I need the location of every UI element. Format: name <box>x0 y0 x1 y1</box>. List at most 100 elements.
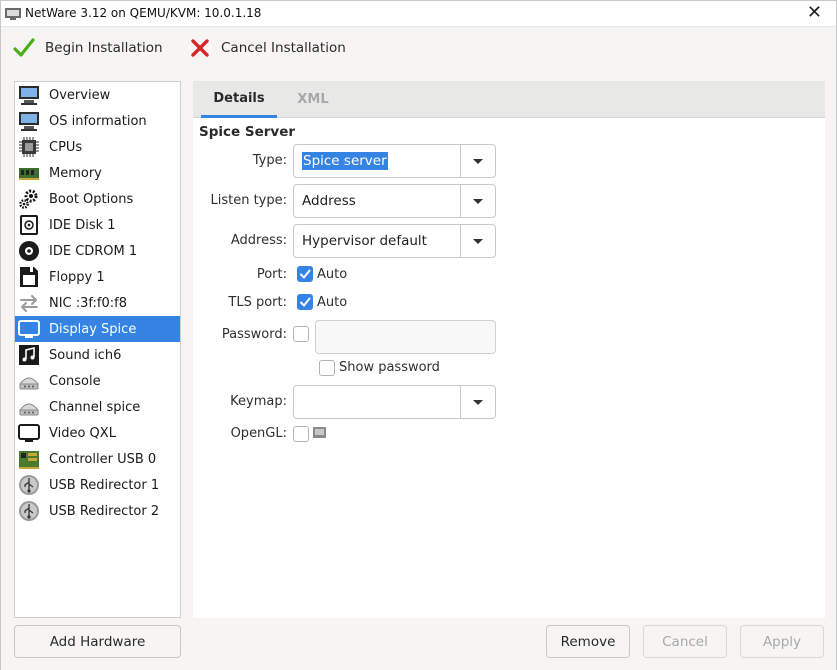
disk-icon <box>20 215 38 235</box>
red-x-icon <box>191 39 209 57</box>
sidebar-item-label: Memory <box>49 165 102 181</box>
chevron-down-icon <box>460 185 495 217</box>
memory-icon <box>19 168 39 180</box>
tls-port-auto-label: Auto <box>317 295 348 310</box>
keymap-label: Keymap: <box>230 394 287 409</box>
sidebar-item-display-spice[interactable]: Display Spice <box>15 316 180 342</box>
sidebar-item-sound-ich6[interactable]: Sound ich6 <box>15 342 180 368</box>
show-password-label: Show password <box>339 360 440 375</box>
sidebar-item-label: Display Spice <box>49 321 137 337</box>
begin-installation-label: Begin Installation <box>45 40 163 56</box>
port-label: Port: <box>256 267 287 282</box>
sidebar-item-ide-disk-1[interactable]: IDE Disk 1 <box>15 212 180 238</box>
sidebar-item-ide-cdrom-1[interactable]: IDE CDROM 1 <box>15 238 180 264</box>
sidebar-item-video-qxl[interactable]: Video QXL <box>15 420 180 446</box>
cancel-installation-label: Cancel Installation <box>221 40 346 56</box>
password-label: Password: <box>221 327 287 342</box>
checkmark-icon <box>300 269 311 279</box>
cdrom-icon <box>19 241 39 261</box>
sidebar-item-label: Controller USB 0 <box>49 451 157 467</box>
usb-icon <box>19 475 39 495</box>
floppy-icon <box>20 267 38 287</box>
tls-port-auto-checkbox[interactable] <box>297 294 313 310</box>
sidebar-item-label: IDE CDROM 1 <box>49 243 138 259</box>
sidebar-item-label: Floppy 1 <box>49 269 105 285</box>
sidebar-item-label: USB Redirector 2 <box>49 503 160 519</box>
port-auto-label: Auto <box>317 267 348 282</box>
opengl-label: OpenGL: <box>230 426 287 441</box>
tab-bar: Details XML <box>193 81 825 118</box>
monitor-icon <box>19 86 39 105</box>
hardware-list: Overview OS information CPUs Memory Boot… <box>14 81 181 618</box>
cancel-button[interactable]: Cancel <box>643 625 727 658</box>
network-icon <box>20 295 38 312</box>
apply-button[interactable]: Apply <box>740 625 824 658</box>
sidebar-item-console[interactable]: Console <box>15 368 180 394</box>
password-field[interactable] <box>315 320 496 354</box>
section-title: Spice Server <box>199 124 296 140</box>
chevron-down-icon <box>460 225 495 257</box>
sidebar-item-overview[interactable]: Overview <box>15 82 180 108</box>
sidebar-item-usb-redirector-2[interactable]: USB Redirector 2 <box>15 498 180 524</box>
details-panel: Details XML Spice Server Type: Spice ser… <box>193 81 825 618</box>
address-combo[interactable]: Hypervisor default <box>293 224 496 258</box>
sidebar-item-label: Console <box>49 373 101 389</box>
add-hardware-button[interactable]: Add Hardware <box>14 625 181 658</box>
sidebar-item-label: Video QXL <box>49 425 116 441</box>
window-title: NetWare 3.12 on QEMU/KVM: 10.0.1.18 <box>25 6 262 20</box>
usb-icon <box>19 501 39 521</box>
serial-icon <box>18 377 40 390</box>
sidebar-item-boot-options[interactable]: Boot Options <box>15 186 180 212</box>
remove-button[interactable]: Remove <box>546 625 630 658</box>
sidebar-item-label: OS information <box>49 113 147 129</box>
port-auto-checkbox[interactable] <box>297 266 313 282</box>
address-value: Hypervisor default <box>302 233 427 249</box>
sidebar-item-channel-spice[interactable]: Channel spice <box>15 394 180 420</box>
type-value: Spice server <box>302 152 388 170</box>
opengl-checkbox[interactable] <box>293 426 309 442</box>
sidebar-item-nic[interactable]: NIC :3f:f0:f8 <box>15 290 180 316</box>
chevron-down-icon <box>460 145 495 177</box>
virt-manager-app-icon <box>5 8 21 20</box>
monitor-icon <box>19 112 39 131</box>
bottom-bar: Add Hardware Remove Cancel Apply <box>1 618 836 670</box>
sidebar-item-os-information[interactable]: OS information <box>15 108 180 134</box>
sidebar-item-label: USB Redirector 1 <box>49 477 160 493</box>
sidebar-item-label: NIC :3f:f0:f8 <box>49 295 127 311</box>
address-label: Address: <box>230 233 287 248</box>
tls-port-label: TLS port: <box>228 295 287 310</box>
tab-xml[interactable]: XML <box>285 81 341 118</box>
opengl-warning-icon <box>313 427 326 438</box>
listen-type-value: Address <box>302 193 356 209</box>
sidebar-item-label: Channel spice <box>49 399 141 415</box>
type-combo[interactable]: Spice server <box>293 144 496 178</box>
chevron-down-icon <box>460 386 495 418</box>
keymap-combo[interactable] <box>293 385 496 419</box>
display-icon <box>18 320 40 338</box>
type-label: Type: <box>252 153 287 168</box>
toolbar: Begin Installation Cancel Installation <box>1 28 836 68</box>
sidebar-item-label: Overview <box>49 87 111 103</box>
sidebar-item-usb-redirector-1[interactable]: USB Redirector 1 <box>15 472 180 498</box>
sidebar-item-controller-usb-0[interactable]: Controller USB 0 <box>15 446 180 472</box>
close-icon[interactable]: ✕ <box>807 4 822 22</box>
show-password-checkbox[interactable] <box>319 360 335 376</box>
cancel-installation-button[interactable]: Cancel Installation <box>189 34 346 62</box>
checkmark-icon <box>13 38 35 57</box>
password-checkbox[interactable] <box>293 326 309 342</box>
display-icon <box>18 424 40 442</box>
sidebar-item-cpus[interactable]: CPUs <box>15 134 180 160</box>
cpu-icon <box>19 137 39 157</box>
controller-icon <box>19 451 39 469</box>
sidebar-item-memory[interactable]: Memory <box>15 160 180 186</box>
sidebar-item-label: Boot Options <box>49 191 134 207</box>
sidebar-item-floppy-1[interactable]: Floppy 1 <box>15 264 180 290</box>
gears-icon <box>19 189 38 209</box>
begin-installation-button[interactable]: Begin Installation <box>13 34 163 62</box>
listen-type-combo[interactable]: Address <box>293 184 496 218</box>
sidebar-item-label: Sound ich6 <box>49 347 122 363</box>
sidebar-item-label: IDE Disk 1 <box>49 217 116 233</box>
sidebar-item-label: CPUs <box>49 139 83 155</box>
installation-window: NetWare 3.12 on QEMU/KVM: 10.0.1.18 ✕ Be… <box>0 0 837 670</box>
tab-details[interactable]: Details <box>201 81 277 118</box>
